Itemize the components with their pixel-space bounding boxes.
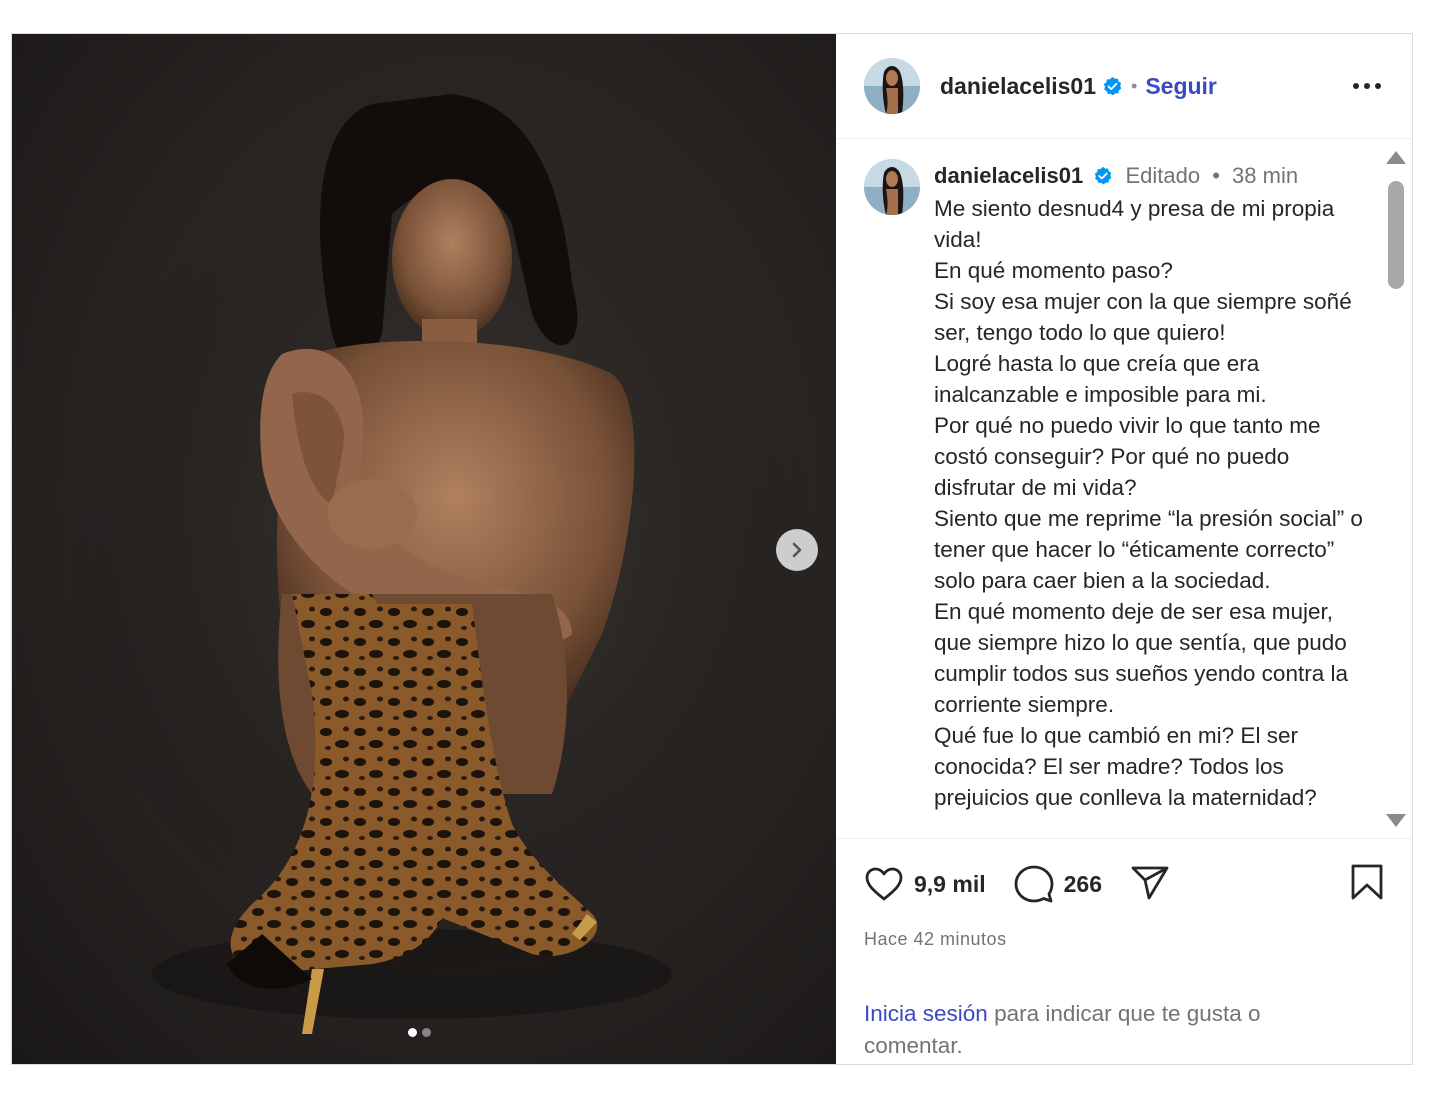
follow-button[interactable]: Seguir — [1145, 73, 1217, 100]
chevron-right-icon — [792, 542, 802, 558]
login-link[interactable]: Inicia sesión — [864, 1001, 988, 1026]
comments-area[interactable]: danielacelis01 Editado • 38 min Me sient… — [836, 139, 1412, 839]
carousel-indicator — [408, 1028, 431, 1037]
post-actions: 9,9 mil 266 — [836, 839, 1412, 929]
edited-label: Editado — [1125, 163, 1201, 188]
avatar[interactable] — [864, 58, 920, 114]
caption-avatar[interactable] — [864, 159, 920, 215]
comment-icon — [1014, 865, 1054, 903]
caption-line: Qué fue lo que cambió en mi? El ser cono… — [934, 723, 1317, 810]
caption-line: En qué momento paso? — [934, 258, 1173, 283]
caption-line: Por qué no puedo vivir lo que tanto me c… — [934, 413, 1321, 500]
comment-button[interactable]: 266 — [1014, 864, 1102, 904]
avatar-image — [864, 58, 920, 114]
more-options-button[interactable] — [1350, 69, 1384, 103]
instagram-post: danielacelis01 • Seguir danielacelis01 E… — [11, 33, 1413, 1065]
avatar-image — [864, 159, 920, 215]
caption-line: Si soy esa mujer con la que siempre soñé… — [934, 289, 1352, 345]
caption-text: Me siento desnud4 y presa de mi propia v… — [934, 193, 1364, 813]
post-author-username[interactable]: danielacelis01 — [940, 73, 1096, 100]
scrollbar-thumb[interactable] — [1388, 181, 1404, 289]
post-caption: danielacelis01 Editado • 38 min Me sient… — [864, 159, 1363, 813]
likes-count[interactable]: 9,9 mil — [914, 871, 986, 898]
caption-line: Siento que me reprime “la presión social… — [934, 506, 1363, 593]
post-side-panel: danielacelis01 • Seguir danielacelis01 E… — [836, 34, 1412, 1064]
like-button[interactable]: 9,9 mil — [864, 866, 986, 902]
save-button[interactable] — [1350, 863, 1384, 906]
caption-separator: • — [1212, 163, 1220, 188]
carousel-dot-1 — [408, 1028, 417, 1037]
post-media[interactable] — [12, 34, 836, 1064]
login-prompt: Inicia sesión para indicar que te gusta … — [836, 998, 1306, 1062]
comments-count[interactable]: 266 — [1064, 871, 1102, 898]
post-timestamp[interactable]: Hace 42 minutos — [836, 929, 1412, 950]
verified-badge-icon — [1095, 166, 1112, 185]
heart-icon — [865, 867, 903, 901]
share-button[interactable] — [1130, 865, 1170, 903]
next-image-button[interactable] — [776, 529, 818, 571]
header-separator: • — [1131, 75, 1138, 96]
caption-username[interactable]: danielacelis01 — [934, 163, 1083, 188]
caption-time[interactable]: 38 min — [1232, 163, 1298, 188]
scroll-up-arrow-icon[interactable] — [1386, 151, 1406, 164]
caption-line: En qué momento deje de ser esa mujer, qu… — [934, 599, 1348, 717]
share-icon — [1131, 866, 1169, 900]
scroll-down-arrow-icon[interactable] — [1386, 814, 1406, 827]
comments-scrollbar[interactable] — [1384, 139, 1406, 838]
bookmark-icon — [1351, 864, 1383, 899]
caption-body: danielacelis01 Editado • 38 min Me sient… — [934, 159, 1364, 813]
more-options-icon — [1353, 83, 1381, 89]
carousel-dot-2 — [422, 1028, 431, 1037]
caption-line: Logré hasta lo que creía que era inalcan… — [934, 351, 1267, 407]
post-photo — [62, 94, 822, 1034]
caption-meta: danielacelis01 Editado • 38 min — [934, 159, 1364, 193]
caption-line: Me siento desnud4 y presa de mi propia v… — [934, 196, 1335, 252]
verified-badge-icon — [1103, 76, 1122, 95]
post-header: danielacelis01 • Seguir — [836, 34, 1412, 139]
